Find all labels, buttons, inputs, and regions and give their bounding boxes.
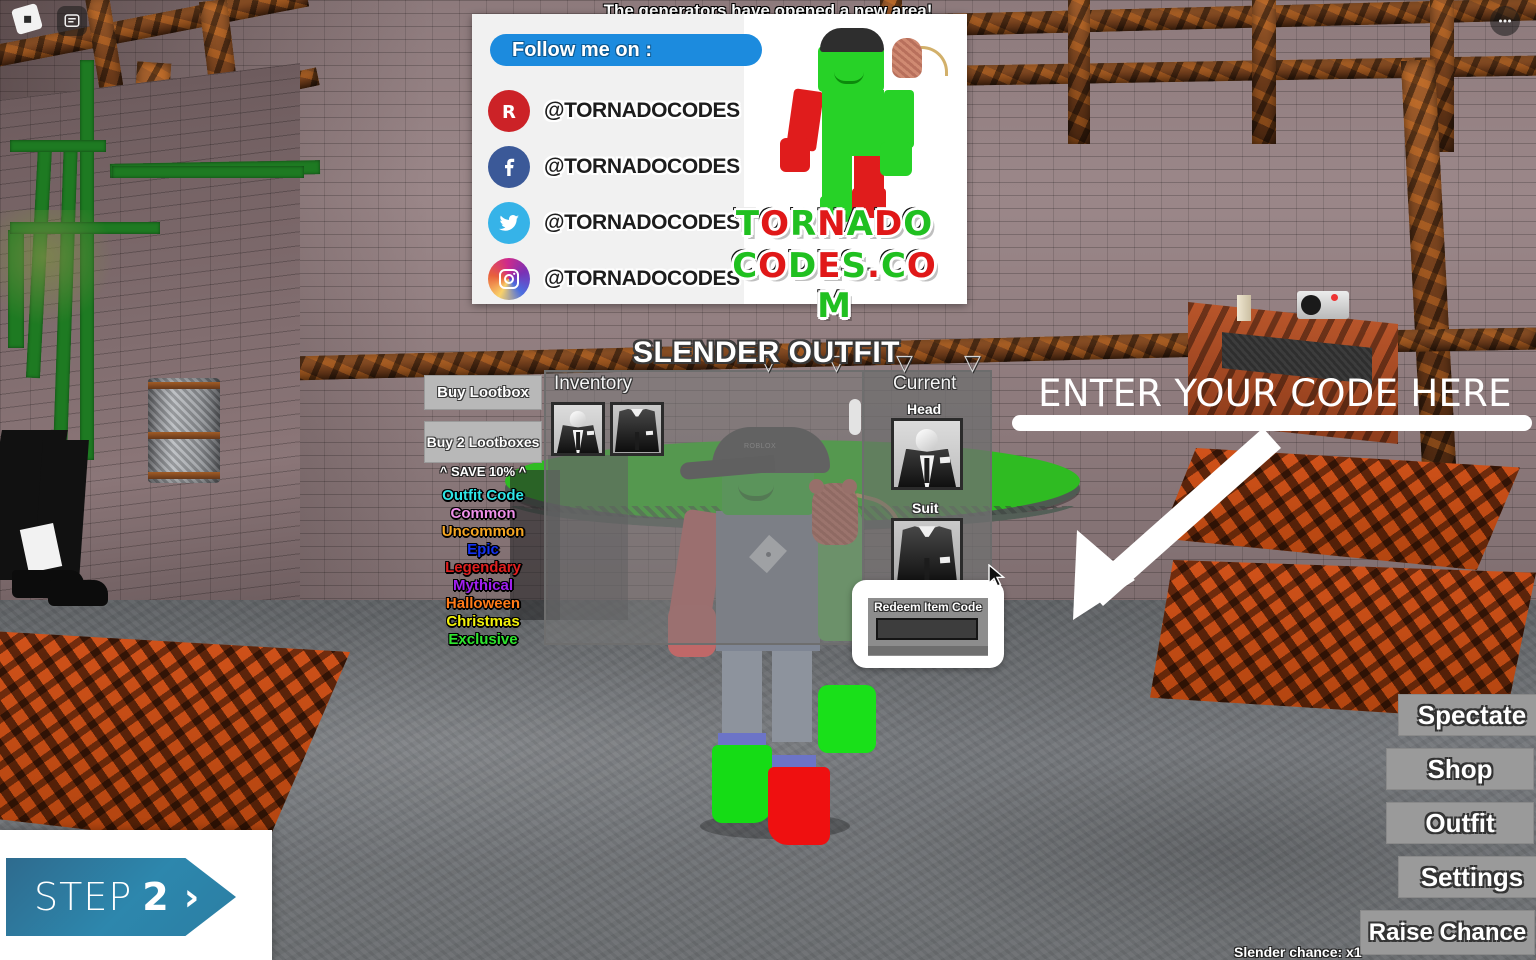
social-row-facebook[interactable]: @TORNADOCODES bbox=[488, 146, 740, 188]
ceiling-beam bbox=[1252, 0, 1276, 144]
redeem-code-input[interactable] bbox=[876, 618, 978, 640]
redeem-item-code-label: Redeem Item Code bbox=[873, 600, 983, 614]
rarity-christmas: Christmas bbox=[446, 613, 520, 630]
svg-text:R: R bbox=[502, 102, 516, 123]
roblox-icon: R bbox=[488, 90, 530, 132]
instagram-handle: @TORNADOCODES bbox=[544, 267, 740, 290]
chevron-down-icon: ▽ bbox=[964, 350, 981, 375]
rarity-common: Common bbox=[450, 505, 516, 522]
vine bbox=[112, 166, 304, 178]
rarity-uncommon: Uncommon bbox=[441, 523, 525, 540]
cup-prop bbox=[1237, 295, 1251, 321]
outfit-window-title: SLENDER OUTFIT bbox=[633, 336, 900, 369]
current-head-slot[interactable] bbox=[891, 418, 963, 490]
step-chevron-icon: › bbox=[183, 875, 201, 919]
rarity-epic: Epic bbox=[467, 541, 499, 558]
redeem-panel-strip bbox=[868, 646, 988, 655]
vine bbox=[10, 140, 106, 152]
rarity-legend: Outfit Code Common Uncommon Epic Legenda… bbox=[424, 487, 542, 649]
step-word: STEP bbox=[34, 875, 133, 919]
current-label: Current bbox=[893, 373, 957, 394]
follow-me-label: Follow me on : bbox=[512, 38, 652, 61]
twitter-icon bbox=[488, 202, 530, 244]
rarity-mythical: Mythical bbox=[452, 577, 513, 594]
follow-me-pill: Follow me on : bbox=[490, 34, 762, 66]
ceiling-beam bbox=[1068, 0, 1090, 144]
spectate-button[interactable]: Spectate bbox=[1398, 694, 1536, 736]
radio-dial-icon bbox=[1301, 295, 1321, 315]
buy-lootbox-button[interactable]: Buy Lootbox bbox=[424, 375, 542, 410]
rarity-exclusive: Exclusive bbox=[448, 631, 518, 648]
shop-button[interactable]: Shop bbox=[1386, 748, 1534, 790]
outfit-button[interactable]: Outfit bbox=[1386, 802, 1534, 844]
radio-led-icon bbox=[1331, 294, 1338, 301]
annotation-arrow-icon bbox=[985, 420, 1285, 645]
annotation-text: ENTER YOUR CODE HERE bbox=[1038, 372, 1512, 415]
facebook-icon bbox=[488, 146, 530, 188]
slender-chance-status: Slender chance: x1 bbox=[1234, 944, 1362, 960]
rarity-outfit-code: Outfit Code bbox=[442, 487, 524, 504]
logo-line-2: CODES.COM bbox=[732, 246, 937, 326]
social-row-roblox[interactable]: R @TORNADOCODES bbox=[488, 90, 740, 132]
rarity-halloween: Halloween bbox=[445, 595, 521, 612]
tornadocodes-logo: TORNADO CODES.COM bbox=[722, 204, 947, 326]
social-row-twitter[interactable]: @TORNADOCODES bbox=[488, 202, 740, 244]
npc-character-left bbox=[0, 430, 110, 650]
suit-slot-label: Suit bbox=[912, 500, 939, 516]
head-slot-label: Head bbox=[907, 401, 942, 417]
chat-icon[interactable] bbox=[57, 6, 87, 36]
moss-patch bbox=[0, 210, 112, 328]
metal-barrel bbox=[148, 378, 220, 483]
facebook-handle: @TORNADOCODES bbox=[544, 155, 740, 178]
rarity-legendary: Legendary bbox=[445, 559, 521, 576]
settings-button[interactable]: Settings bbox=[1398, 856, 1536, 898]
social-follow-panel: Follow me on : R @TORNADOCODES @TORNADOC… bbox=[472, 14, 967, 326]
inventory-slot-1[interactable] bbox=[551, 402, 605, 456]
inventory-slot-2[interactable] bbox=[610, 402, 664, 456]
roblox-handle: @TORNADOCODES bbox=[544, 99, 740, 122]
step-number: 2 bbox=[142, 875, 170, 919]
tornadocodes-mascot bbox=[772, 20, 948, 230]
logo-line-1: TORNADO bbox=[735, 204, 934, 244]
game-screenshot: ROBLOX The generators have opened a new … bbox=[0, 0, 1536, 960]
inventory-scrollbar[interactable] bbox=[849, 399, 861, 435]
raise-chance-button[interactable]: Raise Chance bbox=[1360, 910, 1535, 955]
twitter-handle: @TORNADOCODES bbox=[544, 211, 740, 234]
buy-2-lootboxes-button[interactable]: Buy 2 Lootboxes bbox=[424, 421, 542, 463]
save-note: ^ SAVE 10% ^ bbox=[439, 464, 527, 479]
social-row-instagram[interactable]: @TORNADOCODES bbox=[488, 258, 740, 300]
instagram-icon bbox=[488, 258, 530, 300]
more-options-icon[interactable] bbox=[1490, 6, 1520, 36]
inventory-label: Inventory bbox=[554, 373, 633, 394]
